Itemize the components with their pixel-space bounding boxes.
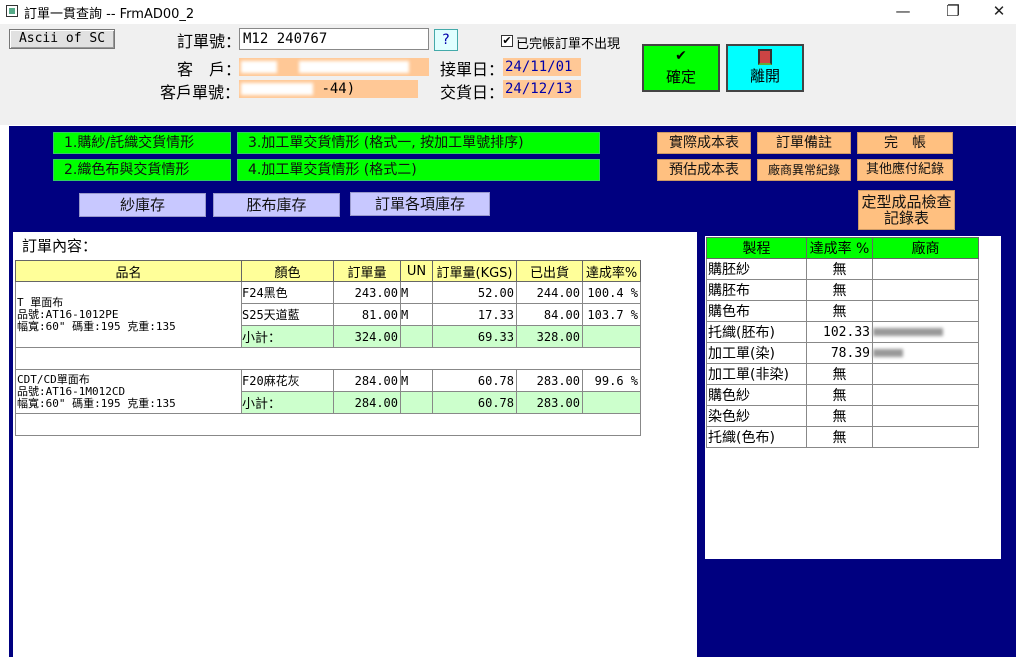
customer-order-field: -44) bbox=[239, 80, 418, 98]
unit-cell: M bbox=[400, 303, 433, 326]
vendor-cell bbox=[872, 342, 979, 364]
table-row[interactable]: CDT/CD單面布 品號:AT16-1M012CD 幅寬:60" 碼重:195 … bbox=[15, 369, 641, 414]
qty-cell: 284.00 bbox=[333, 369, 401, 392]
confirm-button[interactable]: ✔ 確定 bbox=[642, 44, 720, 92]
delivery-date-label: 交貨日： bbox=[440, 83, 505, 102]
process-row[interactable]: 購色布無 bbox=[706, 300, 979, 322]
order-no-input[interactable]: M12 240767 bbox=[239, 28, 429, 50]
qty-cell: 243.00 bbox=[333, 281, 401, 304]
subtotal-qty: 324.00 bbox=[333, 325, 401, 348]
delivery-date-field: 24/12/13 bbox=[503, 80, 581, 98]
subtotal-label: 小計： bbox=[241, 391, 334, 414]
close-button[interactable]: ✕ bbox=[976, 0, 1016, 24]
kgs-cell: 60.78 bbox=[432, 369, 517, 392]
col-order-kgs: 訂單量(KGS) bbox=[432, 260, 517, 282]
process-table-header: 製程 達成率 % 廠商 bbox=[706, 237, 979, 259]
subtotal-shipped: 328.00 bbox=[516, 325, 583, 348]
col-product: 品名 bbox=[15, 260, 242, 282]
order-inventory-button[interactable]: 訂單各項庫存 bbox=[350, 192, 490, 216]
kgs-cell: 52.00 bbox=[432, 281, 517, 304]
restore-button[interactable]: ❐ bbox=[930, 0, 976, 24]
qty-cell: 81.00 bbox=[333, 303, 401, 326]
process-row[interactable]: 托織(色布) 無 bbox=[706, 426, 979, 448]
yarn-weaving-delivery-button[interactable]: 1.購紗/託織交貨情形 bbox=[53, 132, 231, 154]
customer-field bbox=[239, 58, 429, 76]
inspection-record-button[interactable]: 定型成品檢查記錄表 bbox=[858, 190, 955, 230]
product-cell: CDT/CD單面布 品號:AT16-1M012CD 幅寬:60" 碼重:195 … bbox=[15, 369, 242, 414]
yarn-inventory-button[interactable]: 紗庫存 bbox=[79, 193, 206, 217]
col-shipped: 已出貨 bbox=[516, 260, 583, 282]
color-cell: F20麻花灰 bbox=[241, 369, 334, 392]
col-order-qty: 訂單量 bbox=[333, 260, 401, 282]
order-table-header: 品名 顏色 訂單量 UN 訂單量(KGS) 已出貨 達成率% bbox=[15, 260, 641, 282]
col-color: 顏色 bbox=[241, 260, 334, 282]
dyed-fabric-delivery-button[interactable]: 2.織色布與交貨情形 bbox=[53, 159, 231, 181]
exit-button[interactable]: 離開 bbox=[726, 44, 804, 92]
order-table: 品名 顏色 訂單量 UN 訂單量(KGS) 已出貨 達成率% T 單面布 品號:… bbox=[15, 260, 641, 436]
process-row[interactable]: 托織(胚布) 102.33 bbox=[706, 321, 979, 343]
subtotal-kgs: 69.33 bbox=[432, 325, 517, 348]
subtotal-label: 小計： bbox=[241, 325, 334, 348]
color-cell: F24黑色 bbox=[241, 281, 334, 304]
customer-order-label: 客戶單號： bbox=[160, 83, 241, 102]
rate-cell: 99.6 % bbox=[582, 369, 641, 392]
order-lookup-button[interactable]: ? bbox=[434, 29, 458, 51]
col-process: 製程 bbox=[706, 237, 807, 259]
rate-cell: 100.4 % bbox=[582, 281, 641, 304]
close-account-button[interactable]: 完 帳 bbox=[857, 132, 953, 154]
product-cell: T 單面布 品號:AT16-1012PE 幅寬:60" 碼重:195 克重:13… bbox=[15, 281, 242, 348]
check-icon: ✔ bbox=[675, 48, 687, 64]
subtotal-shipped: 283.00 bbox=[516, 391, 583, 414]
separator-row bbox=[15, 413, 641, 436]
order-no-label: 訂單號： bbox=[177, 32, 242, 51]
hide-closed-orders-label: 已完帳訂單不出現 bbox=[516, 37, 621, 52]
title-bar: 訂單一貫查詢 -- FrmAD00_2 — ❐ ✕ bbox=[0, 0, 1016, 24]
customer-label: 客 戶： bbox=[177, 60, 242, 79]
col-vendor: 廠商 bbox=[872, 237, 979, 259]
unit-cell: M bbox=[400, 281, 433, 304]
receive-date-label: 接單日： bbox=[440, 60, 505, 79]
window-title: 訂單一貫查詢 -- FrmAD00_2 bbox=[24, 7, 195, 22]
greige-inventory-button[interactable]: 胚布庫存 bbox=[213, 193, 340, 217]
receive-date-field: 24/11/01 bbox=[503, 58, 581, 76]
door-icon bbox=[758, 49, 772, 65]
shipped-cell: 84.00 bbox=[516, 303, 583, 326]
processing-delivery-format2-button[interactable]: 4.加工單交貨情形 (格式二) bbox=[237, 159, 600, 181]
process-row[interactable]: 加工單(染) 78.39 bbox=[706, 342, 979, 364]
vendor-cell bbox=[872, 321, 979, 343]
table-row[interactable]: T 單面布 品號:AT16-1012PE 幅寬:60" 碼重:195 克重:13… bbox=[15, 281, 641, 348]
separator-row bbox=[15, 347, 641, 370]
process-row[interactable]: 染色紗無 bbox=[706, 405, 979, 427]
col-unit: UN bbox=[400, 260, 433, 282]
process-row[interactable]: 購胚布無 bbox=[706, 279, 979, 301]
processing-delivery-format1-button[interactable]: 3.加工單交貨情形 (格式一, 按加工單號排序) bbox=[237, 132, 600, 154]
col-process-rate: 達成率 % bbox=[806, 237, 873, 259]
minimize-button[interactable]: — bbox=[880, 0, 926, 24]
hide-closed-orders-checkbox[interactable]: ✔ bbox=[501, 35, 513, 47]
estimated-cost-button[interactable]: 預估成本表 bbox=[657, 159, 751, 181]
shipped-cell: 283.00 bbox=[516, 369, 583, 392]
actual-cost-button[interactable]: 實際成本表 bbox=[657, 132, 751, 154]
kgs-cell: 17.33 bbox=[432, 303, 517, 326]
process-row[interactable]: 購色紗無 bbox=[706, 384, 979, 406]
subtotal-qty: 284.00 bbox=[333, 391, 401, 414]
process-row[interactable]: 購胚紗無 bbox=[706, 258, 979, 280]
query-panel: Ascii of SC 訂單號： M12 240767 ? ✔ 已完帳訂單不出現… bbox=[0, 24, 1016, 125]
other-payables-button[interactable]: 其他應付紀錄 bbox=[857, 159, 953, 181]
subtotal-kgs: 60.78 bbox=[432, 391, 517, 414]
rate-cell: 103.7 % bbox=[582, 303, 641, 326]
col-achievement-rate: 達成率% bbox=[582, 260, 641, 282]
order-notes-button[interactable]: 訂單備註 bbox=[757, 132, 851, 154]
vendor-exception-button[interactable]: 廠商異常紀錄 bbox=[757, 159, 851, 181]
ascii-of-sc-button[interactable]: Ascii of SC bbox=[9, 29, 115, 49]
color-cell: S25天道藍 bbox=[241, 303, 334, 326]
process-table: 製程 達成率 % 廠商 購胚紗無 購胚布無 購色布無 托織(胚布) 102.33 … bbox=[706, 237, 979, 448]
process-row[interactable]: 加工單(非染) 無 bbox=[706, 363, 979, 385]
unit-cell: M bbox=[400, 369, 433, 392]
shipped-cell: 244.00 bbox=[516, 281, 583, 304]
order-content-title: 訂單內容： bbox=[22, 237, 98, 255]
app-icon bbox=[6, 5, 18, 17]
